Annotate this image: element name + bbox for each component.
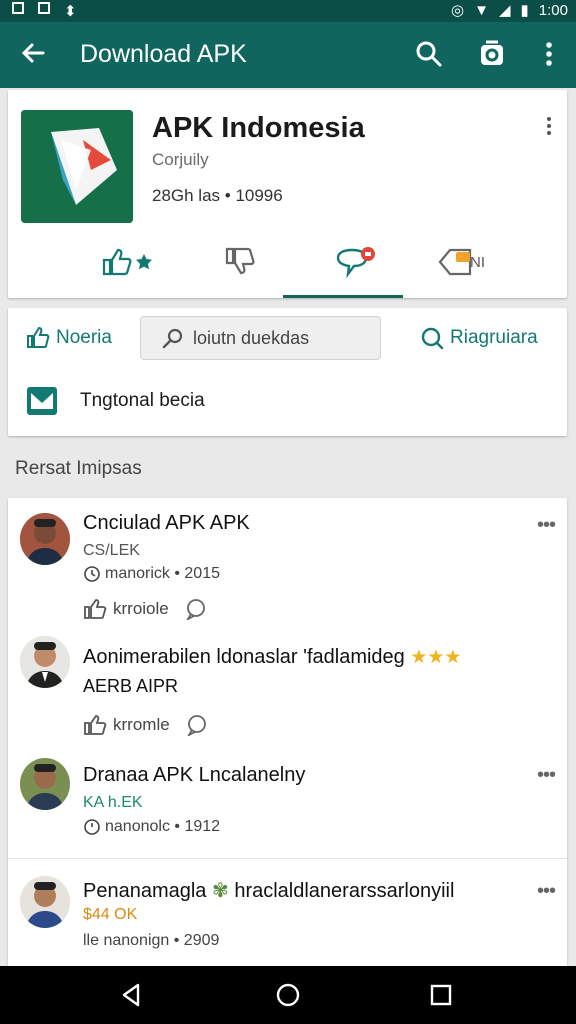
app-developer[interactable]: Corjuily xyxy=(152,150,209,170)
noeria-label: Noeria xyxy=(56,327,112,348)
tab-share[interactable]: NI xyxy=(436,244,485,280)
comment-badge-icon xyxy=(336,247,375,279)
calendar-notification-icon xyxy=(38,2,50,14)
more-horiz-icon[interactable]: ••• xyxy=(537,880,556,903)
review-title-text: Penanamagla xyxy=(83,880,207,902)
search-card: Noeria loiutn duekdas Riagruiara Tngtona… xyxy=(8,308,567,436)
page-title: Download APK xyxy=(80,40,247,68)
signal-notification-icon: ⬍ xyxy=(64,3,77,20)
thumbs-up-icon[interactable] xyxy=(83,598,107,620)
review-sub: $44 OK xyxy=(83,906,138,923)
review-meta-text: nanonolc • 1912 xyxy=(105,818,221,835)
review-sub: KA h.EK xyxy=(83,794,143,811)
nav-home-icon[interactable] xyxy=(273,980,303,1010)
thumbs-up-icon[interactable] xyxy=(83,714,107,736)
tab-active-indicator xyxy=(283,295,403,298)
mail-box-icon xyxy=(27,387,57,415)
comment-icon[interactable] xyxy=(184,714,210,736)
avatar xyxy=(20,636,70,688)
status-time: 1:00 xyxy=(538,1,568,19)
search-input-text: loiutn duekdas xyxy=(193,327,310,348)
tab-dislike[interactable] xyxy=(223,244,259,280)
divider xyxy=(8,858,567,859)
tab-share-label: NI xyxy=(470,253,485,271)
review-action-label[interactable]: krroiole xyxy=(113,599,169,619)
tag-row[interactable]: Tngtonal becia xyxy=(26,386,205,416)
app-info-card: APK Indomesia Corjuily 28Gh las • 10996 … xyxy=(8,90,567,298)
app-stats: 28Gh las • 10996 xyxy=(152,186,283,205)
cell-signal-icon: ◢ xyxy=(498,2,511,19)
app-name: APK Indomesia xyxy=(152,112,365,144)
alarm-icon: ◎ xyxy=(451,2,465,19)
app-bar: Download APK xyxy=(0,22,576,88)
avatar xyxy=(20,758,70,810)
clock-icon xyxy=(84,566,100,582)
tag-label: Tngtonal becia xyxy=(80,390,205,411)
review-meta: lle nanonign • 2909 xyxy=(83,932,219,950)
avatar xyxy=(20,876,70,928)
more-vert-icon[interactable] xyxy=(533,38,565,70)
sync-icon[interactable] xyxy=(476,38,508,70)
status-bar: ⬍ ◎ ▼ ◢ ▮ 1:00 xyxy=(0,0,576,22)
review-title: Penanamagla ✾ hraclaldlanerarssarlonyiil xyxy=(83,878,454,903)
review-title: Cnciulad APK APK xyxy=(83,512,250,534)
search-input[interactable]: loiutn duekdas xyxy=(140,316,381,360)
review-sub: CS/LEK xyxy=(83,542,140,559)
more-horiz-icon[interactable]: ••• xyxy=(537,514,556,537)
leaf-icon: ✾ xyxy=(212,880,229,902)
review-meta-text: lle nanonign • 2909 xyxy=(83,932,220,949)
avatar xyxy=(20,513,70,565)
review-actions: krromle xyxy=(83,714,210,736)
riagruiara-link[interactable]: Riagruiara xyxy=(420,326,538,350)
review-title-text: Aonimerabilen ldonaslar 'fadlamideg xyxy=(83,646,405,668)
noeria-link[interactable]: Noeria xyxy=(26,326,112,350)
search-icon xyxy=(162,328,183,349)
nav-recents-icon[interactable] xyxy=(426,980,456,1010)
review-meta-text: manorick • 2015 xyxy=(105,565,220,582)
star-rating-icon: ★★★ xyxy=(410,647,462,668)
nav-back-icon[interactable] xyxy=(116,980,146,1010)
review-title-tail: hraclaldlanerarssarlonyiil xyxy=(234,880,455,902)
thumbs-down-icon xyxy=(225,247,255,275)
review-action-label[interactable]: krromle xyxy=(113,715,170,735)
clock-icon xyxy=(84,819,100,835)
review-meta: manorick • 2015 xyxy=(83,565,220,583)
review-list: Cnciulad APK APK CS/LEK manorick • 2015 … xyxy=(8,498,567,968)
back-arrow-icon[interactable] xyxy=(16,36,50,70)
more-vert-icon[interactable] xyxy=(541,116,557,142)
thumbs-up-star-icon xyxy=(102,248,152,276)
thumbs-up-icon xyxy=(27,326,50,348)
review-sub: AERB AIPR xyxy=(83,676,179,696)
comment-icon[interactable] xyxy=(183,598,209,620)
tab-comments[interactable] xyxy=(334,244,378,280)
search-icon xyxy=(421,327,444,350)
section-title: Rersat Imipsas xyxy=(15,458,142,479)
wifi-icon: ▼ xyxy=(474,1,489,19)
search-icon[interactable] xyxy=(413,38,445,70)
review-title: Dranaa APK Lncalanelny xyxy=(83,764,306,786)
system-nav-bar xyxy=(0,966,576,1024)
review-actions: krroiole xyxy=(83,598,209,620)
review-meta: nanonolc • 1912 xyxy=(83,818,220,836)
more-horiz-icon[interactable]: ••• xyxy=(537,764,556,787)
tab-rate[interactable] xyxy=(100,244,154,280)
app-logo-icon xyxy=(21,110,133,223)
review-title: Aonimerabilen ldonaslar 'fadlamideg ★★★ xyxy=(83,646,461,669)
image-notification-icon xyxy=(12,2,24,14)
battery-icon: ▮ xyxy=(520,2,529,19)
riagruiara-label: Riagruiara xyxy=(450,327,538,348)
